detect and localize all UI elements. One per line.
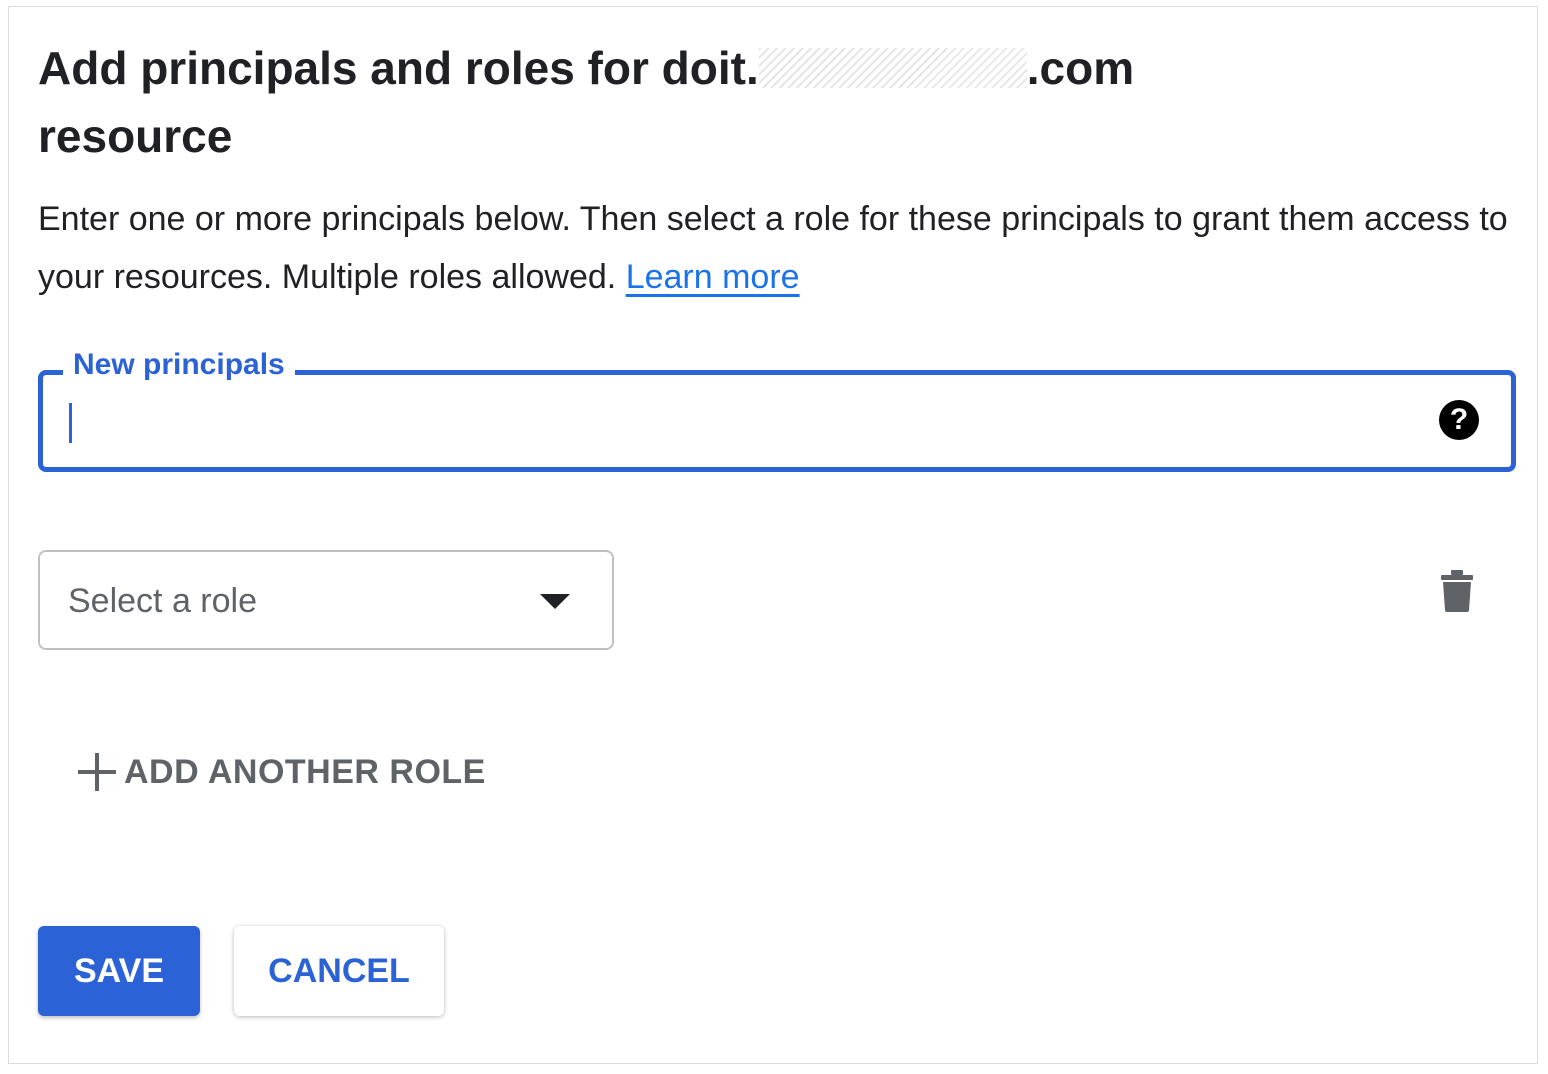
new-principals-field[interactable]: New principals ? bbox=[38, 343, 1516, 472]
save-button[interactable]: SAVE bbox=[38, 926, 200, 1016]
redacted-domain-segment bbox=[758, 48, 1027, 88]
dialog-title: Add principals and roles for doit. .com re… bbox=[38, 34, 1508, 170]
dialog-description: Enter one or more principals below. Then… bbox=[38, 190, 1508, 306]
plus-icon bbox=[78, 753, 116, 791]
add-another-role-label: ADD ANOTHER ROLE bbox=[124, 752, 486, 791]
learn-more-link[interactable]: Learn more bbox=[626, 258, 800, 296]
trash-icon[interactable] bbox=[1440, 570, 1474, 612]
role-select[interactable]: Select a role bbox=[38, 550, 614, 650]
role-select-placeholder: Select a role bbox=[68, 582, 257, 620]
title-suffix: .com bbox=[1026, 42, 1135, 94]
add-another-role-button[interactable]: ADD ANOTHER ROLE bbox=[78, 742, 486, 802]
help-circle-icon[interactable]: ? bbox=[1439, 400, 1479, 440]
new-principals-label: New principals bbox=[63, 343, 295, 387]
new-principals-input[interactable] bbox=[63, 393, 1407, 451]
title-line2: resource bbox=[38, 110, 233, 162]
cancel-button[interactable]: CANCEL bbox=[234, 926, 444, 1016]
arrow-drop-down-icon bbox=[540, 594, 570, 609]
text-cursor bbox=[69, 403, 72, 443]
title-prefix: Add principals and roles for doit. bbox=[38, 42, 759, 94]
